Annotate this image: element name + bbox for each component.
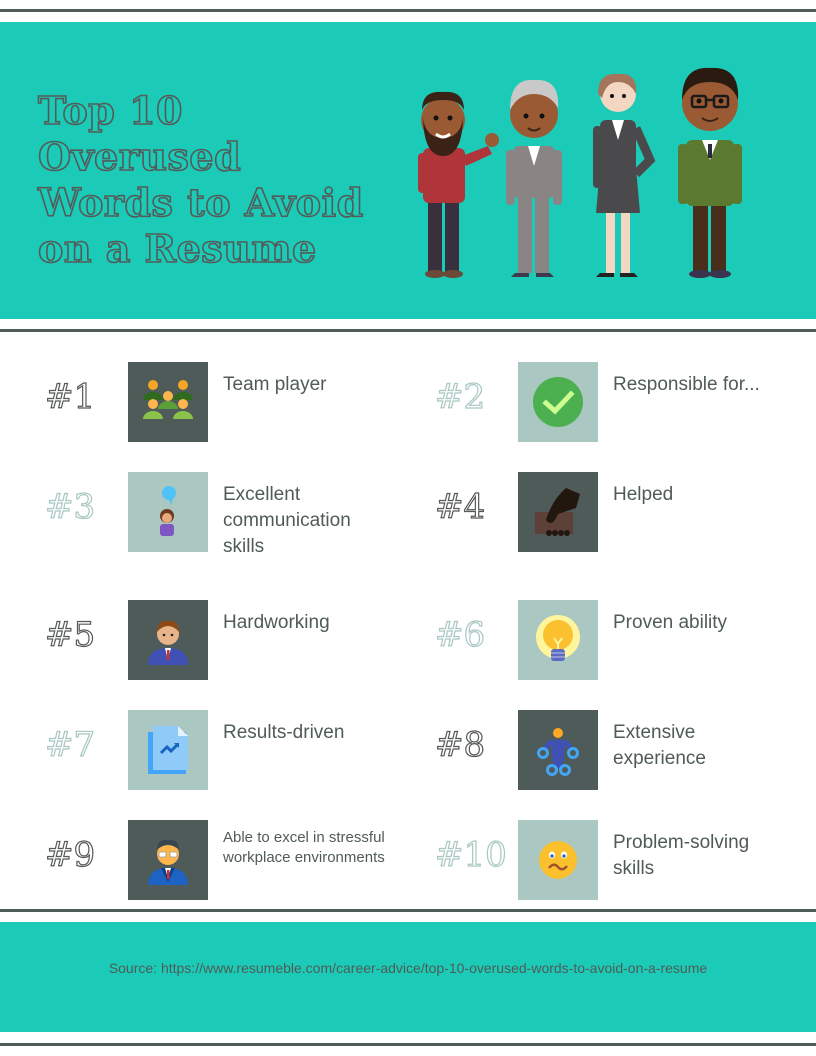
stressed-businessman-icon <box>148 839 188 885</box>
title-line: on a Resume <box>37 225 317 272</box>
icon-tile <box>518 710 598 790</box>
list-item: #9 Able to excel in stressful workplace … <box>44 820 425 900</box>
title-line: Words to Avoid <box>37 179 364 226</box>
four-professionals-illustration <box>418 67 742 278</box>
item-label: Team player <box>223 374 327 395</box>
list-item: #6 Proven ability <box>434 600 815 680</box>
speaking-person-icon <box>160 486 176 536</box>
rank-number: #1 <box>44 376 96 417</box>
item-label: Proven ability <box>613 612 728 633</box>
item-label: Problem-solving skills <box>613 832 750 879</box>
icon-tile <box>128 472 208 552</box>
list-item: #4 Helped <box>434 472 815 552</box>
rank-number: #6 <box>434 614 486 655</box>
item-label: Results-driven <box>223 722 345 743</box>
item-label: Extensive experience <box>613 722 706 769</box>
person-businesswoman <box>593 73 656 277</box>
page-title: Top 10 Overused Words to Avoid on a Resu… <box>37 87 398 272</box>
list-item: #8 Extensive experience <box>434 710 815 790</box>
rank-number: #2 <box>434 376 486 417</box>
section-rule <box>0 909 816 912</box>
title-line: Overused <box>37 133 242 180</box>
item-label: Helped <box>613 484 674 505</box>
list-item: #3 Excellent communication skills <box>44 472 425 557</box>
footer-band <box>0 922 816 1032</box>
rank-number: #4 <box>434 486 486 527</box>
rank-number: #7 <box>44 724 96 765</box>
title-line: Top 10 <box>37 87 183 134</box>
list-item: #5 Hardworking <box>44 600 425 680</box>
icon-tile <box>128 362 208 442</box>
icon-tile <box>128 600 208 680</box>
icon-tile <box>518 472 598 552</box>
person-bearded-man <box>418 91 499 278</box>
icon-tile <box>518 362 598 442</box>
rank-number: #5 <box>44 614 96 655</box>
list-item: #2 Responsible for... <box>434 362 815 442</box>
stretching-person-icon <box>537 728 579 776</box>
handshake-icon <box>535 488 580 536</box>
section-rule <box>0 329 816 332</box>
businessman-icon <box>148 620 188 665</box>
checkmark-icon <box>533 377 583 427</box>
list-item: #7 Results-driven <box>44 710 425 790</box>
icon-tile <box>518 600 598 680</box>
item-label: Responsible for... <box>613 374 760 395</box>
list-item: #10 Problem-solving skills <box>434 820 815 900</box>
team-icon <box>143 380 193 419</box>
item-label: Hardworking <box>223 612 330 633</box>
list-item: #1 Team player <box>44 362 425 442</box>
confused-face-icon <box>539 841 577 879</box>
bottom-rule <box>0 1043 816 1046</box>
rank-number: #3 <box>44 486 96 527</box>
icon-tile <box>128 710 208 790</box>
growth-document-icon <box>148 726 188 774</box>
source-citation: Source: https://www.resumeble.com/career… <box>108 960 708 976</box>
item-label: Able to excel in stressful workplace env… <box>223 829 385 866</box>
person-older-woman <box>506 79 562 277</box>
rank-number: #9 <box>44 834 96 875</box>
item-label: Excellent communication skills <box>223 484 351 557</box>
top-rule <box>0 9 816 12</box>
rank-number: #8 <box>434 724 486 765</box>
rank-number: #10 <box>434 834 507 875</box>
icon-tile <box>518 820 598 900</box>
icon-tile <box>128 820 208 900</box>
person-man-with-glasses <box>678 67 742 278</box>
lightbulb-icon <box>536 615 580 661</box>
